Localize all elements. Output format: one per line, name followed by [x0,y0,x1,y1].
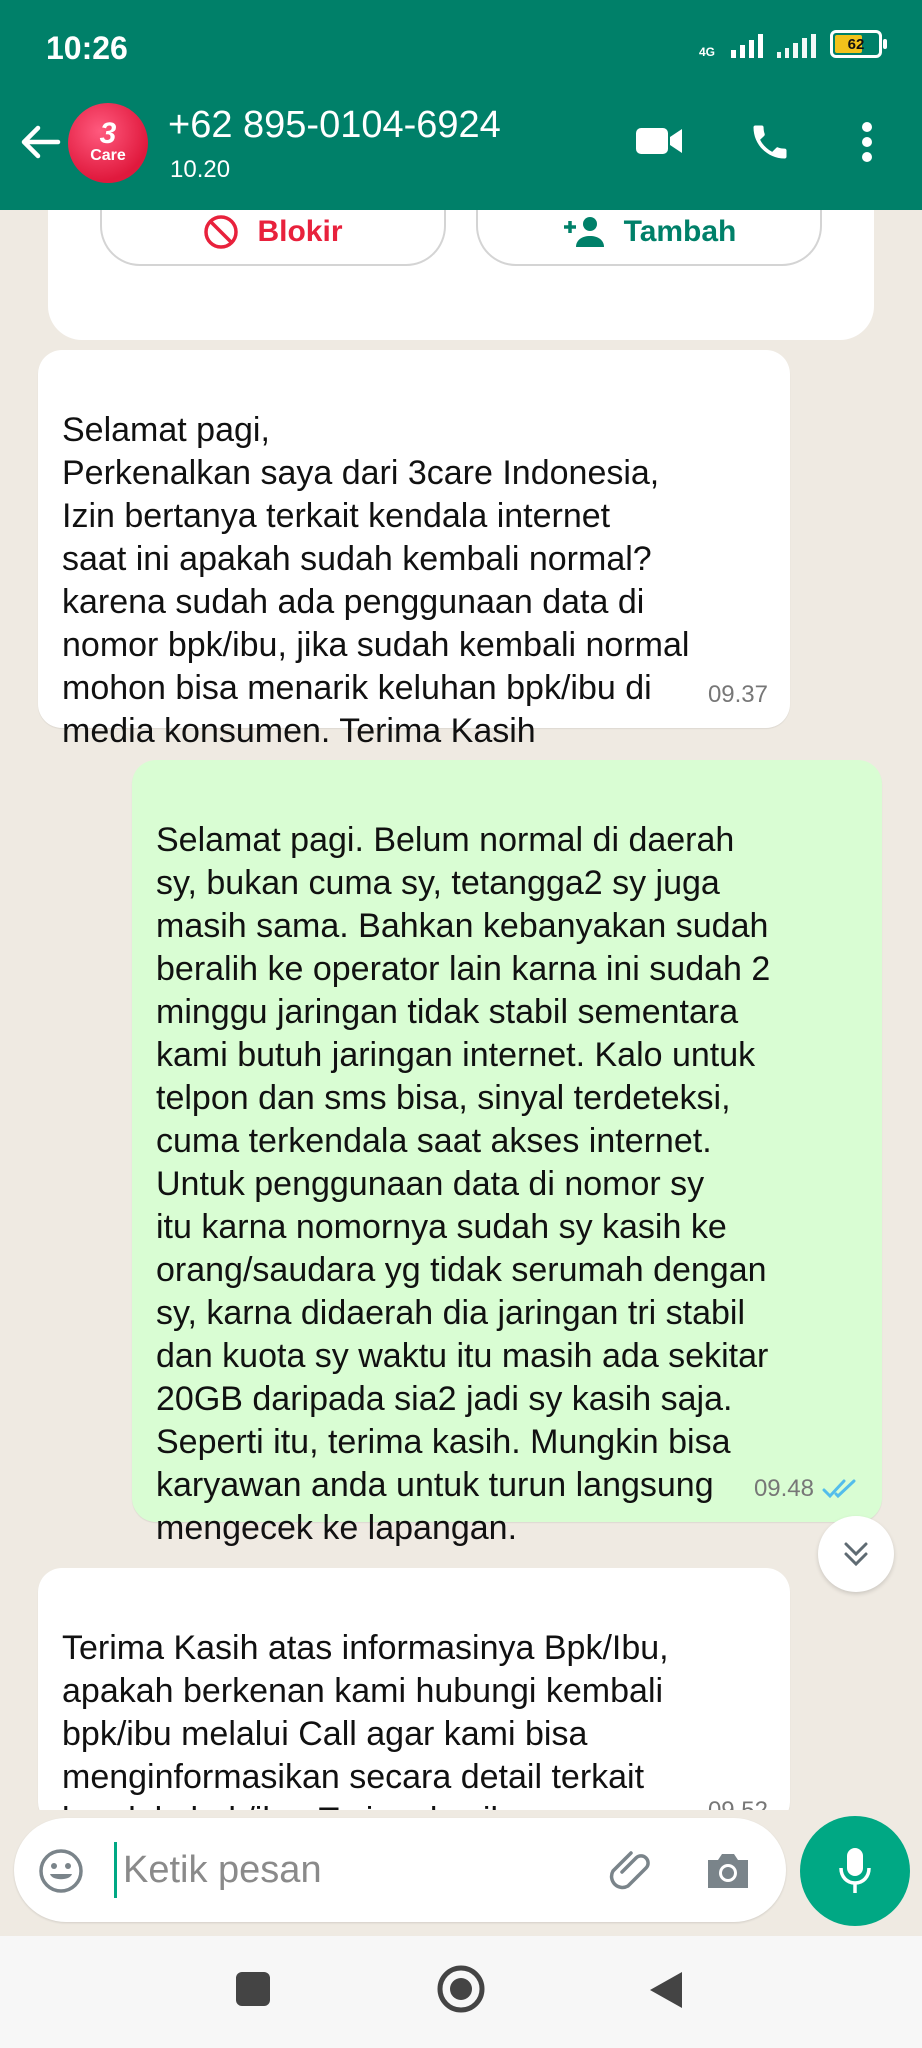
double-chevron-down-icon [844,1542,868,1567]
message-input[interactable] [114,1842,594,1898]
network-type: 4G [698,45,715,59]
message-incoming[interactable]: Terima Kasih atas informasinya Bpk/Ibu, … [38,1568,790,1810]
emoji-icon[interactable] [38,1848,84,1899]
message-time: 09.52 [708,1789,768,1810]
battery-icon: 62 [830,30,887,58]
message-meta: 09.37 [708,673,768,716]
chat-header: 10:26 4G 62 3 Care +62 895-0104-6924 10.… [0,0,922,210]
status-icons: 4G 62 [698,30,887,59]
signal-icon-2 [777,32,816,58]
video-call-icon[interactable] [634,120,684,165]
camera-icon[interactable] [704,1848,752,1897]
add-label: Tambah [623,215,737,248]
contact-name[interactable]: +62 895-0104-6924 [168,104,501,147]
back-arrow-icon[interactable] [18,120,62,164]
message-composer [14,1818,786,1922]
message-meta: 09.48 [754,1467,860,1510]
message-text: Selamat pagi, Perkenalkan saya dari 3car… [62,411,690,750]
contact-info-card: Blokir Tambah [48,210,874,340]
message-text: Selamat pagi. Belum normal di daerah sy,… [156,821,771,1547]
mic-button[interactable] [800,1816,910,1926]
avatar[interactable]: 3 Care [68,103,148,183]
block-button[interactable]: Blokir [100,210,446,266]
more-vert-icon[interactable] [860,120,874,169]
block-label: Blokir [257,215,343,248]
phone-icon[interactable] [748,120,792,169]
avatar-text-bottom: Care [90,147,126,164]
add-contact-button[interactable]: Tambah [476,210,822,266]
signal-icon [731,32,763,58]
message-outgoing[interactable]: Selamat pagi. Belum normal di daerah sy,… [132,760,882,1547]
recents-icon[interactable] [234,1970,272,2013]
add-person-icon [563,217,604,247]
home-icon[interactable] [436,1964,486,2019]
message-meta: 09.52 [708,1789,768,1810]
chat-area[interactable]: Blokir Tambah Selamat pagi, Perkenalkan … [0,210,922,1810]
mic-icon [839,1848,871,1893]
double-check-icon [822,1479,856,1498]
status-time: 10:26 [46,30,128,66]
scroll-down-button[interactable] [818,1516,894,1592]
system-nav-bar [0,1936,922,2048]
battery-level: 62 [847,35,865,53]
block-icon [204,215,239,249]
back-nav-icon[interactable] [648,1970,684,2015]
message-time: 09.48 [753,1475,814,1502]
message-incoming[interactable]: Selamat pagi, Perkenalkan saya dari 3car… [38,350,790,750]
contact-last-seen: 10.20 [170,156,231,183]
avatar-text-top: 3 [99,117,117,150]
attach-icon[interactable] [602,1846,654,1903]
message-text: Terima Kasih atas informasinya Bpk/Ibu, … [62,1629,669,1810]
message-time: 09.37 [707,681,768,708]
